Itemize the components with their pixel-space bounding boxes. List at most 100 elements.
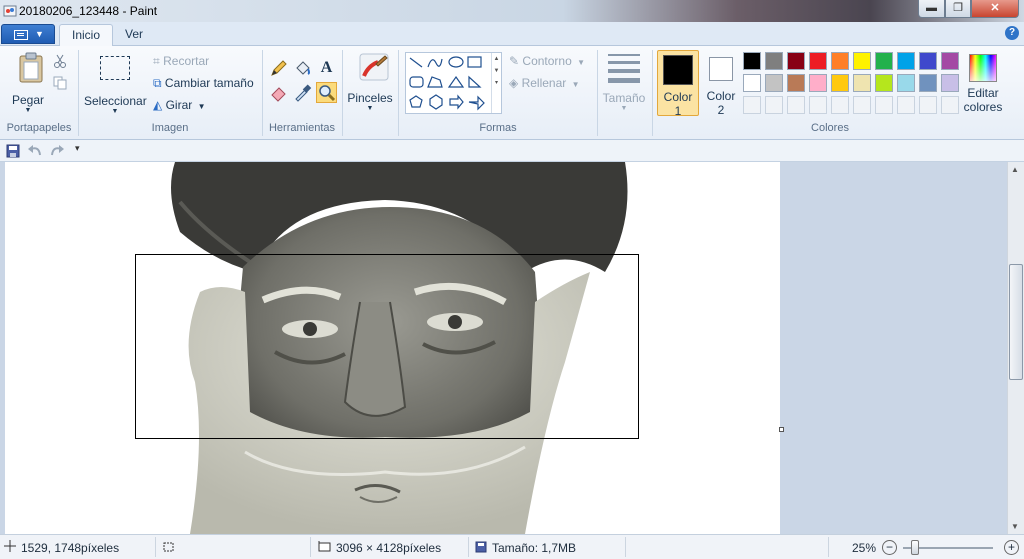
paint-app-icon	[3, 5, 17, 17]
palette-custom-slot[interactable]	[853, 96, 871, 114]
group-label-formas: Formas	[479, 122, 517, 134]
palette-swatch[interactable]	[941, 74, 959, 92]
palette-swatch[interactable]	[875, 52, 893, 70]
tab-inicio[interactable]: Inicio	[59, 24, 114, 46]
crop-button[interactable]: ⌗ Recortar	[153, 54, 209, 69]
brushes-button[interactable]: Pinceles ▼	[347, 52, 393, 118]
status-separator	[155, 537, 156, 557]
drawing-canvas[interactable]	[5, 162, 780, 534]
text-icon: A	[320, 59, 333, 76]
rotate-button[interactable]: ◭ Girar ▼	[153, 98, 206, 112]
vertical-scrollbar[interactable]: ▲ ▼	[1007, 162, 1024, 534]
palette-swatch[interactable]	[919, 52, 937, 70]
resize-icon: ⧉	[153, 76, 162, 90]
help-icon[interactable]: ?	[1005, 26, 1019, 40]
magnifier-tool[interactable]	[316, 82, 337, 103]
ribbon-separator	[78, 50, 79, 136]
palette-custom-slot[interactable]	[809, 96, 827, 114]
scissors-icon[interactable]	[53, 54, 67, 68]
zoom-slider-thumb[interactable]	[911, 540, 919, 555]
line-size-icon	[608, 54, 640, 83]
color1-number: 1	[674, 104, 682, 118]
palette-custom-slot[interactable]	[875, 96, 893, 114]
palette-swatch[interactable]	[743, 52, 761, 70]
palette-swatch[interactable]	[919, 74, 937, 92]
palette-swatch[interactable]	[853, 74, 871, 92]
chevron-down-icon: ▼	[35, 29, 44, 39]
eraser-tool[interactable]	[268, 82, 289, 103]
color2-label: Color	[706, 89, 736, 103]
size-button[interactable]: Tamaño ▼	[601, 52, 647, 118]
canvas-workspace[interactable]	[0, 162, 1007, 534]
edit-colors-button[interactable]: Editar colores	[962, 52, 1004, 118]
palette-swatch[interactable]	[787, 74, 805, 92]
scrollbar-thumb[interactable]	[1009, 264, 1023, 380]
clipboard-icon	[19, 52, 42, 83]
tab-ver[interactable]: Ver	[113, 24, 155, 46]
color2-number: 2	[717, 103, 725, 117]
minimize-button[interactable]: ▬	[918, 0, 945, 18]
palette-swatch[interactable]	[787, 52, 805, 70]
maximize-button[interactable]: ❐	[945, 0, 971, 18]
color-palette	[743, 52, 963, 118]
palette-custom-slot[interactable]	[831, 96, 849, 114]
gallery-scroll[interactable]: ▲ ▼ ▾	[491, 53, 501, 113]
palette-custom-slot[interactable]	[897, 96, 915, 114]
eyedropper-icon	[295, 84, 312, 102]
close-button[interactable]: ✕	[971, 0, 1019, 18]
palette-swatch[interactable]	[831, 74, 849, 92]
paste-label: Pegar	[11, 93, 45, 107]
palette-swatch[interactable]	[765, 74, 783, 92]
quick-access-toolbar: ▾	[0, 140, 1024, 162]
pencil-tool[interactable]	[268, 58, 289, 79]
palette-custom-slot[interactable]	[919, 96, 937, 114]
palette-swatch[interactable]	[765, 52, 783, 70]
palette-swatch[interactable]	[897, 52, 915, 70]
save-icon[interactable]	[6, 144, 20, 158]
pencil-icon	[271, 60, 287, 76]
shapes-gallery[interactable]: ▲ ▼ ▾	[405, 52, 502, 114]
ribbon: Pegar ▼ Portapapeles Seleccionar ▼ ⌗ Rec…	[0, 46, 1024, 140]
palette-swatch[interactable]	[809, 74, 827, 92]
zoom-slider[interactable]	[903, 540, 993, 555]
palette-swatch[interactable]	[875, 74, 893, 92]
color-picker-tool[interactable]	[292, 82, 313, 103]
color1-swatch	[663, 55, 693, 85]
zoom-in-button[interactable]: +	[1004, 540, 1019, 555]
customize-qat-icon[interactable]: ▾	[75, 143, 80, 154]
fill-shape-button[interactable]: ◈ Rellenar ▼	[509, 76, 580, 90]
palette-custom-slot[interactable]	[743, 96, 761, 114]
undo-icon[interactable]	[27, 144, 43, 158]
paste-button[interactable]: Pegar ▼	[6, 52, 50, 118]
chevron-down-icon: ▼	[366, 105, 374, 112]
edit-colors-label-2: colores	[963, 100, 1003, 114]
palette-custom-slot[interactable]	[941, 96, 959, 114]
text-tool[interactable]: A	[316, 58, 337, 79]
copy-icon[interactable]	[53, 76, 67, 90]
palette-swatch[interactable]	[941, 52, 959, 70]
paint-bucket-icon	[296, 61, 310, 75]
ribbon-separator	[652, 50, 653, 136]
palette-swatch[interactable]	[831, 52, 849, 70]
color1-button[interactable]: Color 1	[657, 50, 699, 118]
scroll-down-icon[interactable]: ▼	[1011, 522, 1019, 531]
select-button[interactable]: Seleccionar ▼	[84, 54, 147, 118]
scroll-up-icon[interactable]: ▲	[1011, 165, 1019, 174]
palette-swatch[interactable]	[743, 74, 761, 92]
portrait-painting	[135, 162, 639, 534]
palette-swatch[interactable]	[809, 52, 827, 70]
resize-button[interactable]: ⧉ Cambiar tamaño	[153, 76, 254, 91]
group-label-imagen: Imagen	[151, 122, 189, 134]
status-separator	[310, 537, 311, 557]
canvas-resize-handle[interactable]	[779, 427, 784, 432]
outline-button[interactable]: ✎ Contorno ▼	[509, 54, 585, 68]
color2-button[interactable]: Color 2	[701, 50, 741, 117]
zoom-out-button[interactable]: −	[882, 540, 897, 555]
palette-swatch[interactable]	[897, 74, 915, 92]
app-menu-button[interactable]: ▼	[1, 24, 55, 44]
fill-tool[interactable]	[292, 58, 313, 79]
palette-custom-slot[interactable]	[787, 96, 805, 114]
redo-icon[interactable]	[49, 144, 65, 158]
palette-swatch[interactable]	[853, 52, 871, 70]
palette-custom-slot[interactable]	[765, 96, 783, 114]
